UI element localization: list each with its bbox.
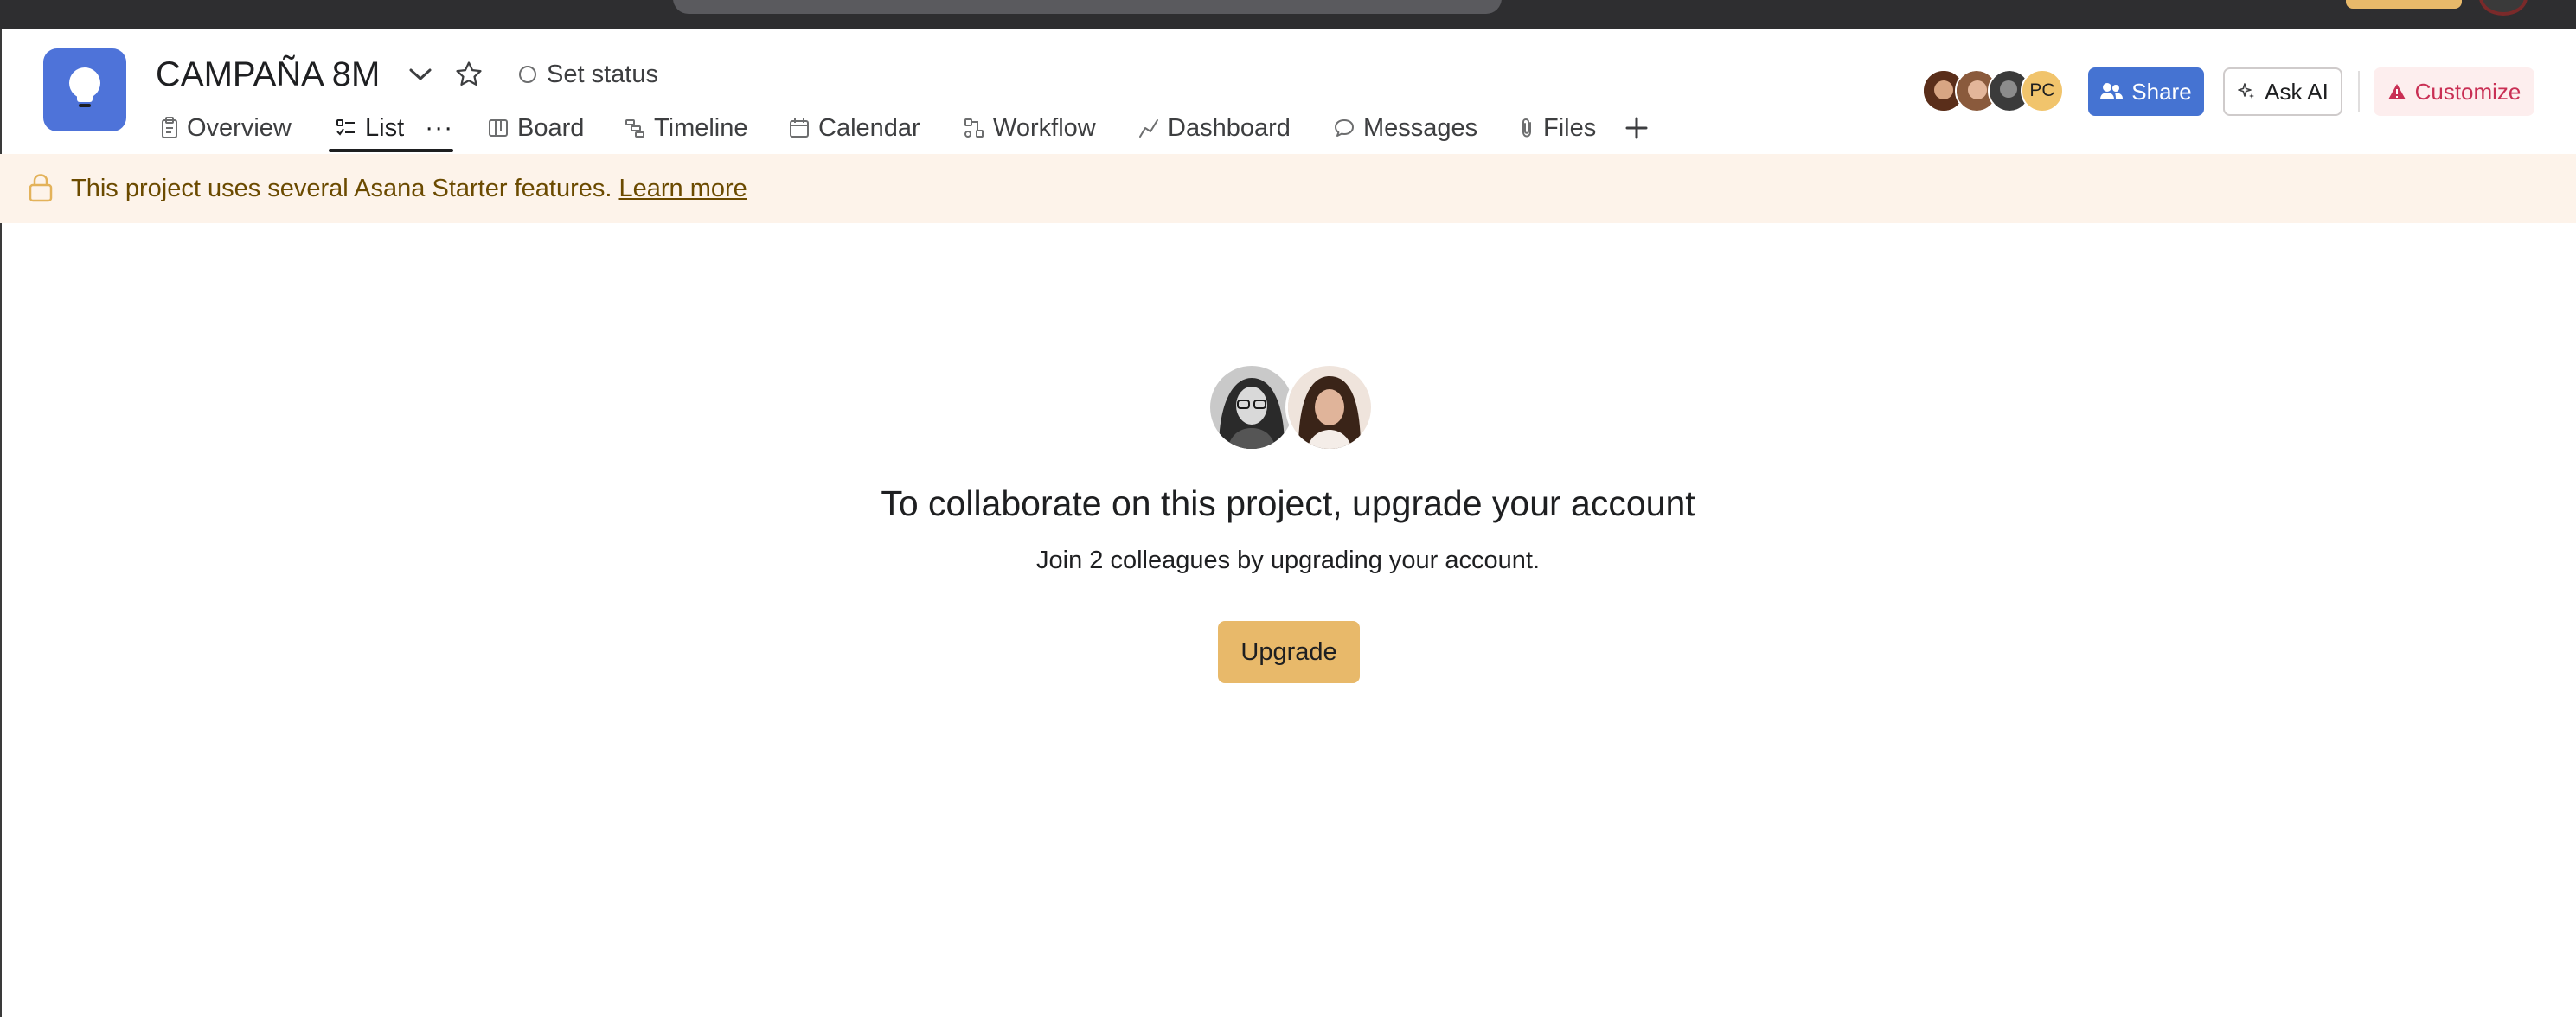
avatar [1285,363,1374,451]
tab-label: Dashboard [1168,113,1291,142]
set-status-label: Set status [547,60,658,88]
share-button[interactable]: Share [2088,67,2204,116]
upgrade-subline: Join 2 colleagues by upgrading your acco… [1036,547,1540,574]
customize-button[interactable]: Customize [2374,67,2534,116]
lock-icon [29,174,53,202]
ask-ai-button[interactable]: Ask AI [2223,67,2342,116]
list-icon [336,119,355,136]
upgrade-headline: To collaborate on this project, upgrade … [881,483,1695,523]
learn-more-link[interactable]: Learn more [618,175,747,202]
tab-timeline[interactable]: Timeline [625,107,748,149]
tab-label: Workflow [993,113,1096,142]
avatar: PC [2021,69,2064,112]
starter-features-banner: This project uses several Asana Starter … [0,154,2576,223]
share-label: Share [2131,78,2192,105]
workflow-icon [964,118,984,138]
clipboard-icon [162,117,177,138]
tab-overview[interactable]: Overview [161,107,292,149]
plus-icon [1625,117,1648,139]
ask-ai-label: Ask AI [2265,78,2329,105]
tab-label: Files [1543,113,1597,142]
sparkle-icon [2238,83,2255,99]
board-icon [489,119,508,137]
tab-label: List [365,113,405,142]
tab-board[interactable]: Board [488,107,584,149]
more-tabs-button[interactable]: ··· [425,113,453,143]
tab-files[interactable]: Files [1519,107,1596,149]
project-title[interactable]: CAMPAÑA 8M [156,54,380,95]
tab-label: Calendar [818,113,920,142]
banner-message: This project uses several Asana Starter … [71,175,612,202]
warning-icon [2387,84,2406,99]
user-avatar[interactable] [2479,0,2528,16]
tab-messages[interactable]: Messages [1334,107,1477,149]
tab-list[interactable]: List ··· [336,107,453,149]
tab-label: Messages [1363,113,1478,142]
people-icon [2100,83,2124,99]
dashboard-icon [1139,119,1158,138]
star-icon[interactable] [453,59,484,90]
avatar [1208,363,1296,451]
active-tab-indicator [329,149,453,152]
header-divider [2358,71,2360,112]
upgrade-button[interactable]: Upgrade [1218,621,1360,683]
project-icon[interactable] [43,48,126,131]
tab-dashboard[interactable]: Dashboard [1138,107,1291,149]
trial-button[interactable] [2346,0,2462,9]
tab-label: Timeline [654,113,748,142]
colleague-avatars [1208,363,1374,451]
message-icon [1335,119,1354,137]
tab-label: Overview [187,113,292,142]
tab-workflow[interactable]: Workflow [964,107,1096,149]
tab-label: Board [517,113,585,142]
add-tab-button[interactable] [1619,107,1654,149]
customize-label: Customize [2414,78,2522,105]
paperclip-icon [1522,118,1531,138]
top-bar [0,0,2576,29]
tab-calendar[interactable]: Calendar [789,107,920,149]
set-status-button[interactable]: Set status [519,59,658,90]
global-search-bar[interactable] [673,0,1502,14]
chevron-down-icon[interactable] [407,62,434,86]
calendar-icon [790,118,809,138]
banner-text-row: This project uses several Asana Starter … [71,171,747,206]
timeline-icon [625,119,644,138]
status-circle-icon [519,66,536,83]
lightbulb-icon [69,67,100,107]
